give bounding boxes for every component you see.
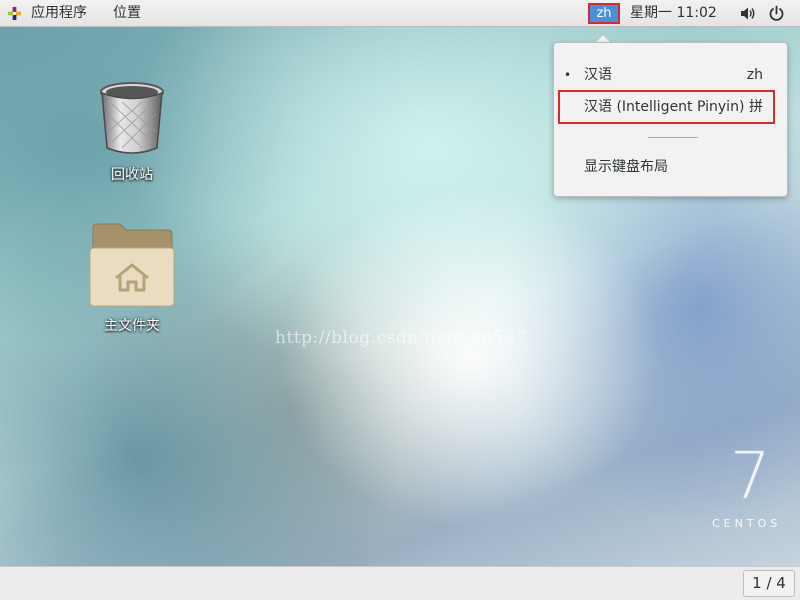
- desktop-icon-home-folder[interactable]: 主文件夹: [72, 222, 192, 334]
- clock[interactable]: 星期一 11:02: [630, 0, 717, 27]
- selected-bullet: •: [564, 68, 572, 82]
- home-folder-icon: [89, 223, 175, 307]
- workspace-indicator[interactable]: 1 / 4: [743, 570, 795, 597]
- menu-item-shortname: 拼: [749, 99, 763, 115]
- top-bar: 应用程序 位置 zh 星期一 11:02: [0, 0, 800, 27]
- menu-item-shortname: zh: [746, 67, 763, 83]
- menu-item-label: 汉语: [584, 67, 612, 83]
- trash-icon: [100, 82, 164, 154]
- centos-logo-number: 7: [730, 440, 771, 514]
- menu-item-hanyu[interactable]: • 汉语 zh: [554, 61, 787, 89]
- input-method-menu: • 汉语 zh 汉语 (Intelligent Pinyin) 拼 显示键盘布局: [553, 42, 788, 197]
- desktop-icon-trash[interactable]: 回收站: [72, 80, 192, 183]
- volume-icon[interactable]: [740, 6, 756, 21]
- power-icon[interactable]: [768, 5, 785, 22]
- menu-item-label: 汉语 (Intelligent Pinyin): [584, 99, 745, 115]
- desktop-icon-label: 主文件夹: [104, 318, 160, 334]
- menu-item-label: 显示键盘布局: [584, 159, 668, 175]
- watermark: http://blog.csdn.net/xun527: [275, 328, 527, 348]
- menu-separator: [648, 137, 698, 138]
- places-menu[interactable]: 位置: [113, 0, 141, 27]
- apps-menu-icon[interactable]: [7, 6, 22, 21]
- applications-menu[interactable]: 应用程序: [31, 0, 87, 27]
- bottom-bar: 1 / 4: [0, 566, 800, 600]
- centos-logo-text: CENTOS: [712, 517, 782, 530]
- desktop-icon-label: 回收站: [111, 167, 153, 183]
- menu-item-show-keyboard-layout[interactable]: 显示键盘布局: [554, 153, 787, 181]
- menu-item-intelligent-pinyin[interactable]: 汉语 (Intelligent Pinyin) 拼: [554, 90, 787, 124]
- input-method-indicator[interactable]: zh: [588, 3, 620, 24]
